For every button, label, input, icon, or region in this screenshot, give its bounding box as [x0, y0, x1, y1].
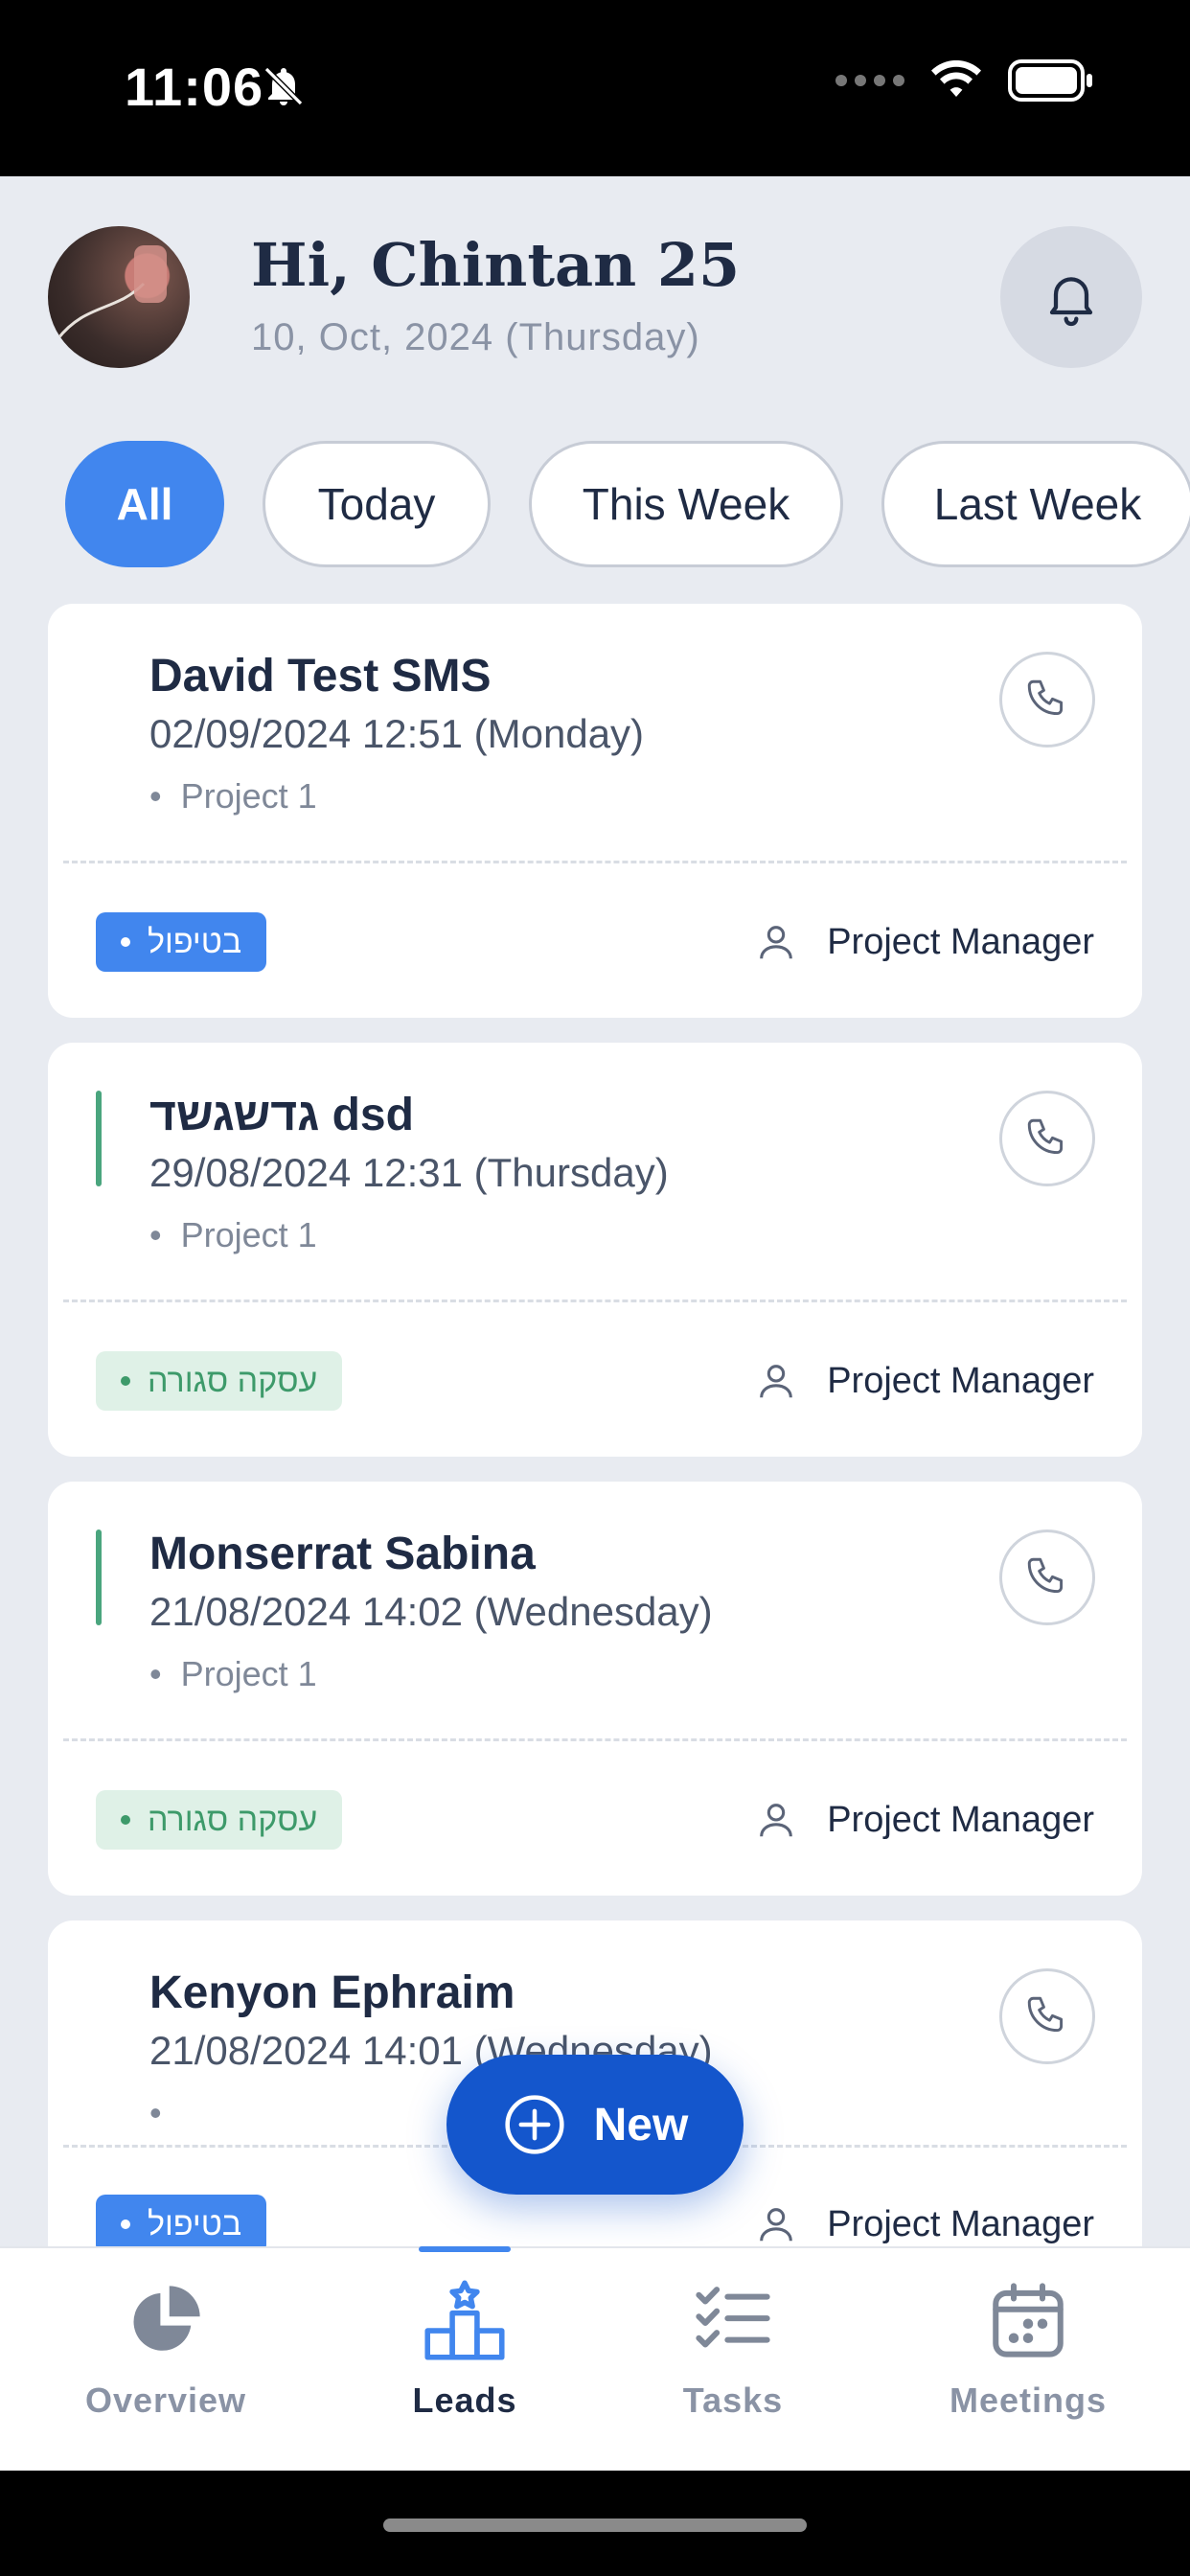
- phone-icon: [1027, 1996, 1064, 2033]
- leads-screen: Hi, Chintan 25 10, Oct, 2024 (Thursday) …: [0, 176, 1190, 2246]
- lead-datetime: 21/08/2024 14:02 (Wednesday): [149, 1589, 713, 1634]
- user-icon: [760, 1804, 793, 1837]
- call-button[interactable]: [999, 1968, 1095, 2064]
- lead-name: גדשגשד dsd: [149, 1090, 414, 1140]
- new-lead-label: New: [593, 2099, 689, 2150]
- lead-datetime: 02/09/2024 12:51 (Monday): [149, 711, 645, 756]
- status-badge-label: עסקה סגורה: [148, 1362, 318, 1399]
- lead-name: David Test SMS: [149, 651, 492, 702]
- filter-this-week[interactable]: This Week: [529, 441, 843, 567]
- assignee: Project Manager: [754, 912, 1094, 972]
- status-badge: בטיפול: [96, 912, 267, 972]
- user-icon: [760, 1365, 793, 1398]
- call-button[interactable]: [999, 1091, 1095, 1186]
- status-bar: 11:06: [0, 0, 1190, 176]
- card-divider: [63, 1300, 1127, 1302]
- date-filter-chips: All Today This Week Last Week: [65, 441, 1190, 567]
- filter-all[interactable]: All: [65, 441, 224, 567]
- bell-icon: [1049, 277, 1093, 327]
- new-lead-button[interactable]: New: [446, 2055, 744, 2195]
- card-divider: [63, 861, 1127, 863]
- assignee-label: Project Manager: [827, 921, 1094, 962]
- status-badge: בטיפול: [96, 2195, 267, 2246]
- phone-icon: [1027, 679, 1064, 716]
- filter-last-week[interactable]: Last Week: [881, 441, 1190, 567]
- lead-name: Kenyon Ephraim: [149, 1967, 515, 2018]
- status-badge: עסקה סגורה: [96, 1790, 343, 1850]
- wifi-icon: [931, 60, 981, 97]
- user-icon: [760, 2208, 793, 2242]
- assignee-label: Project Manager: [827, 1360, 1094, 1401]
- tab-overview[interactable]: Overview: [17, 2248, 314, 2472]
- greeting-title: Hi, Chintan 25: [251, 230, 741, 300]
- filter-today[interactable]: Today: [263, 441, 491, 567]
- lead-accent-bar: [96, 1091, 102, 1186]
- call-button[interactable]: [999, 652, 1095, 748]
- tab-overview-label: Overview: [84, 2380, 247, 2420]
- silent-mode-icon: [261, 63, 307, 114]
- notifications-button[interactable]: [1000, 226, 1142, 368]
- lead-accent-bar: [96, 1530, 102, 1625]
- tab-meetings[interactable]: Meetings: [880, 2248, 1177, 2472]
- status-badge-label: עסקה סגורה: [148, 1801, 318, 1838]
- home-indicator-area: [0, 2471, 1190, 2576]
- lead-datetime: 29/08/2024 12:31 (Thursday): [149, 1150, 669, 1195]
- assignee-label: Project Manager: [827, 1799, 1094, 1840]
- tab-leads-label: Leads: [412, 2380, 517, 2420]
- status-badge: עסקה סגורה: [96, 1351, 343, 1411]
- lead-project: Project 1: [149, 1215, 317, 1255]
- battery-icon: [1008, 59, 1092, 102]
- avatar[interactable]: [48, 226, 190, 368]
- home-indicator[interactable]: [383, 2518, 807, 2532]
- card-divider: [63, 1738, 1127, 1741]
- tab-tasks-label: Tasks: [682, 2380, 784, 2420]
- pie-chart-icon: [133, 2286, 200, 2351]
- phone-icon: [1027, 1118, 1064, 1155]
- lead-card[interactable]: Monserrat Sabina 21/08/2024 14:02 (Wedne…: [48, 1482, 1142, 1896]
- plus-circle-icon: [505, 2095, 564, 2154]
- lead-project: Project 1: [149, 1654, 317, 1694]
- call-button[interactable]: [999, 1530, 1095, 1625]
- lead-name: Monserrat Sabina: [149, 1529, 536, 1579]
- assignee: Project Manager: [754, 1351, 1094, 1411]
- tab-leads[interactable]: Leads: [316, 2246, 613, 2472]
- assignee: Project Manager: [754, 2195, 1094, 2246]
- tasks-checklist-icon: [696, 2287, 770, 2348]
- status-time: 11:06: [125, 57, 264, 117]
- lead-project: [149, 2093, 181, 2133]
- active-tab-indicator: [419, 2246, 511, 2252]
- bottom-tab-bar: Overview Leads Tasks Meetings: [0, 2246, 1190, 2471]
- lead-project: Project 1: [149, 776, 317, 816]
- tab-meetings-label: Meetings: [949, 2380, 1108, 2420]
- calendar-icon: [993, 2283, 1064, 2358]
- leads-podium-icon: [424, 2280, 505, 2360]
- tab-tasks[interactable]: Tasks: [584, 2248, 881, 2472]
- status-badge-label: בטיפול: [148, 2205, 242, 2242]
- assignee-label: Project Manager: [827, 2203, 1094, 2244]
- cellular-signal-icon: [835, 75, 904, 86]
- lead-card[interactable]: גדשגשד dsd 29/08/2024 12:31 (Thursday) P…: [48, 1043, 1142, 1457]
- phone-icon: [1027, 1557, 1064, 1594]
- lead-card[interactable]: David Test SMS 02/09/2024 12:51 (Monday)…: [48, 604, 1142, 1018]
- user-icon: [760, 926, 793, 959]
- assignee: Project Manager: [754, 1790, 1094, 1850]
- status-badge-label: בטיפול: [148, 923, 242, 960]
- current-date: 10, Oct, 2024 (Thursday): [251, 316, 700, 358]
